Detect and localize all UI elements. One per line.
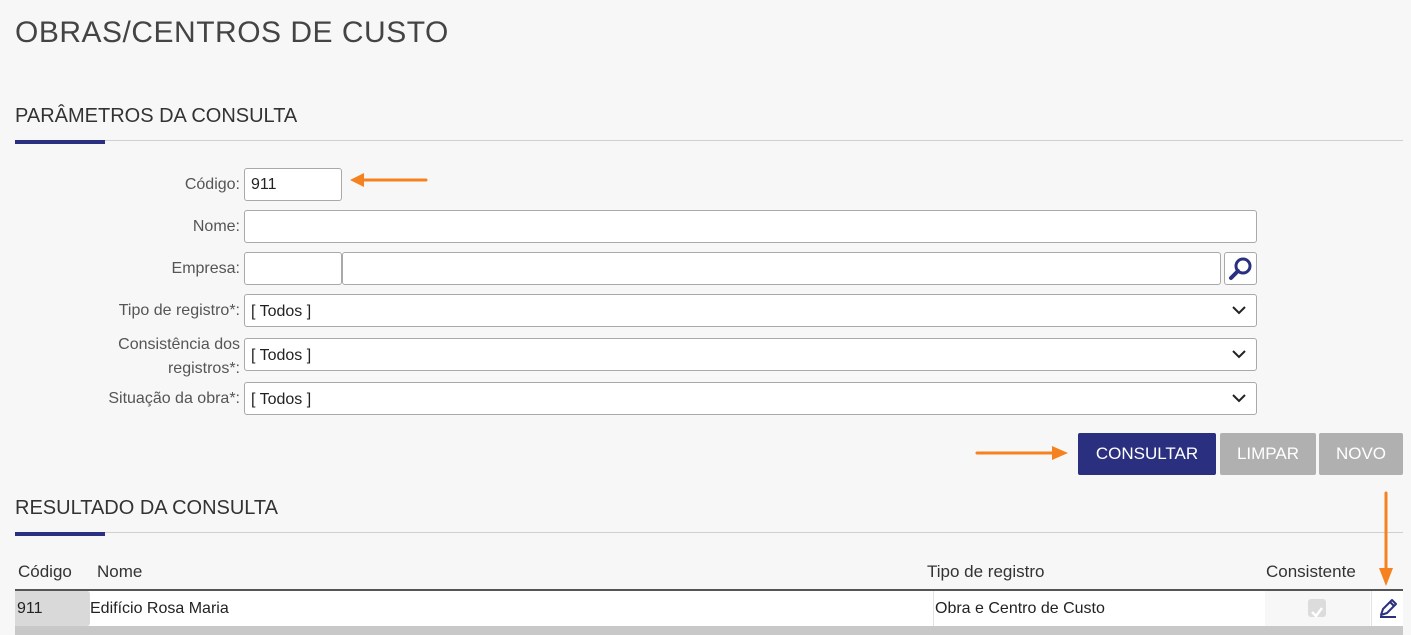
pencil-icon (1380, 599, 1397, 618)
results-section-accent (15, 532, 105, 536)
codigo-label: Código: (184, 176, 240, 193)
annotation-arrow-edit (1379, 491, 1393, 586)
novo-button[interactable]: NOVO (1319, 433, 1403, 475)
column-separator (933, 591, 934, 626)
nome-input[interactable] (244, 210, 1257, 243)
chevron-down-icon (1232, 350, 1246, 359)
table-row[interactable]: 911 Edifício Rosa Maria Obra e Centro de… (15, 591, 1403, 626)
consistencia-label-line1: Consistência dos (118, 336, 240, 353)
results-section-divider (15, 532, 1403, 533)
cell-tipo: Obra e Centro de Custo (935, 600, 1105, 617)
tipo-registro-value: [ Todos ] (251, 303, 312, 320)
page-title: OBRAS/CENTROS DE CUSTO (15, 16, 449, 49)
consistencia-value: [ Todos ] (251, 347, 312, 364)
cell-consistente (1265, 591, 1370, 626)
params-section-title: PARÂMETROS DA CONSULTA (15, 105, 298, 127)
tipo-registro-label: Tipo de registro*: (118, 302, 240, 319)
consistencia-label-line2: registros*: (167, 360, 240, 377)
empresa-name-input[interactable] (342, 252, 1221, 285)
empresa-label: Empresa: (171, 260, 240, 277)
results-section-title: RESULTADO DA CONSULTA (15, 497, 279, 519)
edit-button[interactable] (1371, 591, 1403, 626)
codigo-input[interactable]: 911 (244, 168, 342, 201)
consultar-button[interactable]: CONSULTAR (1078, 433, 1216, 475)
empresa-code-input[interactable] (244, 252, 342, 285)
consistencia-select[interactable]: [ Todos ] (244, 338, 1257, 371)
consistente-checkbox (1308, 599, 1326, 618)
situacao-label: Situação da obra*: (108, 390, 240, 407)
annotation-arrow-consultar (975, 446, 1068, 460)
nome-label: Nome: (192, 218, 240, 235)
params-section-divider (15, 140, 1403, 141)
column-header-codigo[interactable]: Código (18, 562, 72, 582)
search-icon (1229, 257, 1252, 280)
params-section-accent (15, 140, 105, 144)
situacao-value: [ Todos ] (251, 391, 312, 408)
chevron-down-icon (1232, 306, 1246, 315)
column-header-tipo[interactable]: Tipo de registro (927, 562, 1044, 582)
tipo-registro-select[interactable]: [ Todos ] (244, 294, 1257, 327)
situacao-select[interactable]: [ Todos ] (244, 382, 1257, 415)
table-footer-bar (15, 626, 1403, 635)
check-icon (1311, 607, 1323, 618)
consistencia-label: Consistência dos registros*: (118, 333, 240, 381)
cell-codigo: 911 (15, 591, 90, 626)
annotation-arrow-codigo (350, 173, 428, 187)
column-header-consistente[interactable]: Consistente (1266, 562, 1356, 582)
cell-nome: Edifício Rosa Maria (90, 600, 229, 617)
limpar-button[interactable]: LIMPAR (1220, 433, 1316, 475)
column-header-nome[interactable]: Nome (97, 562, 142, 582)
chevron-down-icon (1232, 394, 1246, 403)
empresa-search-button[interactable] (1224, 252, 1257, 285)
